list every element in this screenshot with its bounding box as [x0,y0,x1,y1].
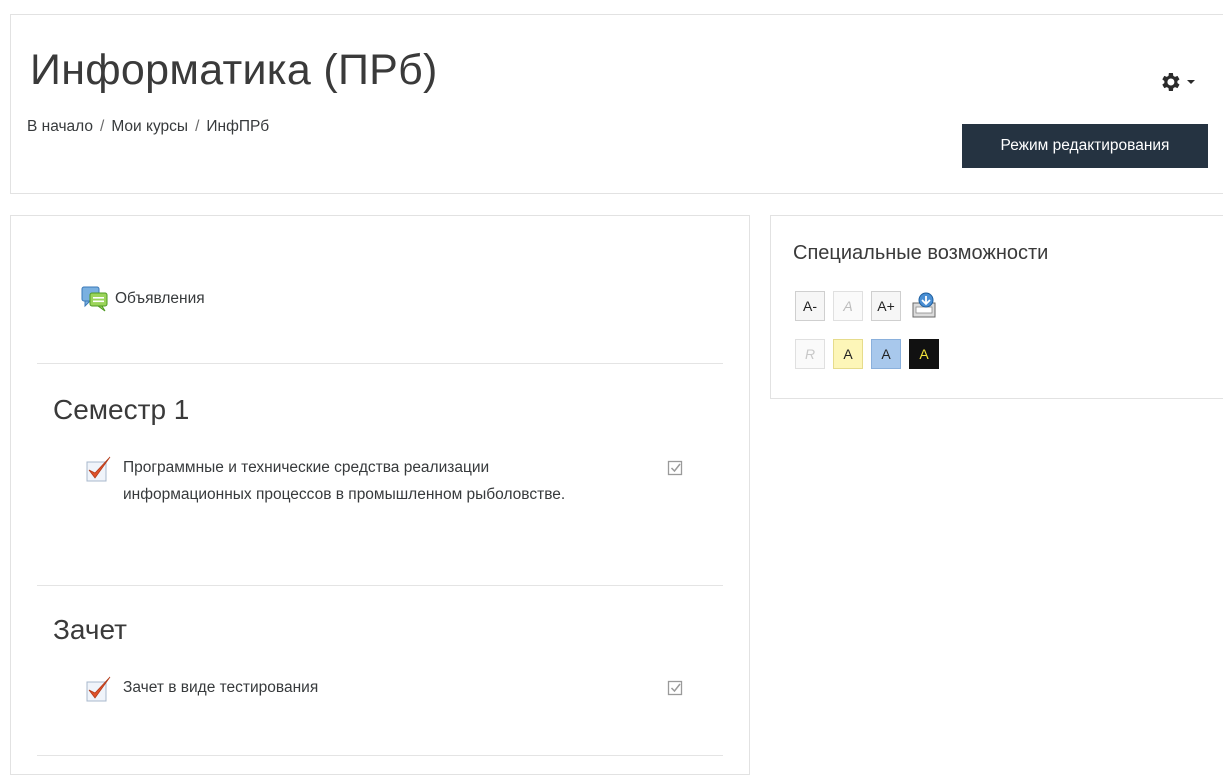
completion-checkbox[interactable] [667,679,685,697]
breadcrumb-home[interactable]: В начало [27,118,93,135]
font-reset-button[interactable]: A [833,291,863,321]
color-scheme-yellow-button[interactable]: A [833,339,863,369]
save-settings-icon [912,292,936,318]
color-scheme-blue-button[interactable]: A [871,339,901,369]
block-title: Специальные возможности [793,242,1049,264]
announcements-label: Объявления [115,290,205,307]
activity-quiz[interactable]: Зачет в виде тестирования [83,674,593,704]
section-divider [37,755,723,756]
breadcrumb-course[interactable]: ИнфПРб [206,118,269,135]
activity-label: Программные и технические средства реали… [123,459,566,503]
course-content: Объявления Семестр 1 Программные и техни… [10,215,750,775]
accessibility-block: Специальные возможности A- A A+ R A A A [770,215,1223,399]
activity-label: Зачет в виде тестирования [123,679,319,696]
edit-mode-button[interactable]: Режим редактирования [962,124,1208,168]
section-title: Зачет [53,614,127,645]
activity-quiz[interactable]: Программные и технические средства реали… [83,454,593,508]
save-settings-button[interactable] [909,291,939,321]
quiz-icon [86,676,111,702]
caret-down-icon [1187,80,1195,84]
completion-checkbox[interactable] [667,459,685,477]
announcements-link[interactable]: Объявления [81,286,205,312]
section-divider [37,585,723,586]
font-increase-button[interactable]: A+ [871,291,901,321]
breadcrumb-separator: / [195,118,200,135]
color-scheme-black-button[interactable]: A [909,339,939,369]
course-settings-menu[interactable] [1158,64,1208,100]
gear-icon [1162,73,1180,91]
color-reset-button[interactable]: R [795,339,825,369]
quiz-icon [86,456,111,482]
breadcrumb: В начало / Мои курсы / ИнфПРб [27,118,269,136]
page-title: Информатика (ПРб) [30,46,438,94]
section-divider [37,363,723,364]
breadcrumb-my-courses[interactable]: Мои курсы [111,118,188,135]
section-title: Семестр 1 [53,394,190,425]
breadcrumb-separator: / [100,118,105,135]
font-decrease-button[interactable]: A- [795,291,825,321]
forum-icon [81,286,108,312]
